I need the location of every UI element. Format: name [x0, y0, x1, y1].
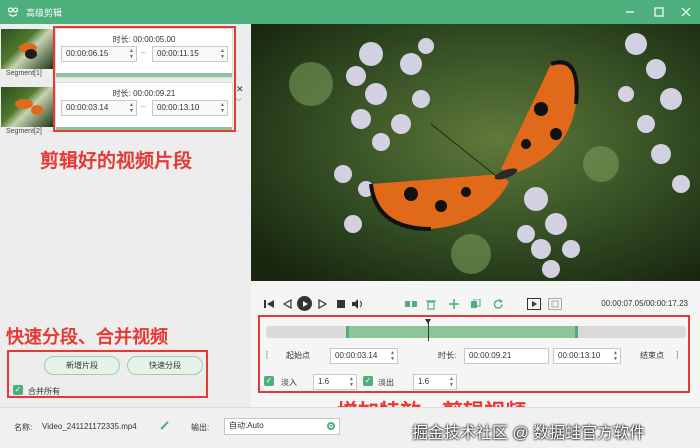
player-controls: 00:00:07.05/00:00:17.23 [251, 290, 700, 318]
annotation-segments: 剪辑好的视频片段 [40, 150, 193, 172]
annotation-box [53, 26, 236, 132]
butterfly-image [251, 24, 700, 281]
file-name: Video_241121172335.mp4 [42, 422, 137, 431]
segment-thumbnail[interactable] [1, 87, 53, 127]
segment-label: Segment[2] [6, 128, 42, 135]
merge-all-checkbox[interactable]: ✓ [13, 385, 23, 395]
minimize-icon[interactable] [616, 0, 644, 24]
playback-timecode: 00:00:07.05/00:00:17.23 [601, 299, 688, 308]
add-icon[interactable] [448, 298, 460, 310]
crop-icon[interactable] [527, 298, 541, 310]
delete-icon[interactable] [425, 298, 437, 310]
split-icon[interactable] [405, 298, 417, 310]
skip-start-icon[interactable] [263, 298, 275, 310]
close-icon[interactable] [672, 0, 700, 24]
window-title: 高级剪辑 [26, 7, 63, 18]
stop-icon[interactable] [335, 298, 347, 310]
merge-all-label: 合并所有 [28, 387, 60, 396]
segment-label: Segment[1] [6, 70, 42, 77]
annotation-box [258, 315, 690, 393]
next-frame-icon[interactable] [317, 298, 329, 310]
gear-icon[interactable] [326, 421, 336, 436]
output-select[interactable]: 自动:Auto [224, 418, 340, 435]
play-icon[interactable] [297, 296, 312, 311]
bottom-bar: 名称: Video_241121172335.mp4 输出: 自动:Auto 掘… [0, 407, 700, 448]
segment-thumbnail[interactable] [1, 29, 53, 69]
output-label: 输出: [191, 423, 210, 432]
quick-split-button[interactable]: 快速分段 [127, 356, 203, 375]
copy-icon[interactable] [470, 298, 482, 310]
reset-icon[interactable] [492, 298, 504, 310]
new-segment-button[interactable]: 新增片段 [44, 356, 120, 375]
prev-frame-icon[interactable] [281, 298, 293, 310]
title-bar: 高级剪辑 [0, 0, 700, 24]
watermark: 掘金技术社区 @ 数据蛙官方软件 [412, 425, 646, 442]
name-label: 名称: [14, 423, 33, 432]
annotation-quick: 快速分段、合并视频 [6, 327, 168, 348]
maximize-icon[interactable] [645, 0, 673, 24]
pencil-icon[interactable] [160, 420, 170, 432]
chevron-down-icon[interactable]: ⌵ [236, 96, 241, 104]
close-icon[interactable]: ✕ [236, 84, 244, 95]
ratio-icon[interactable] [548, 298, 562, 310]
volume-icon[interactable] [352, 298, 364, 310]
frog-icon [6, 5, 20, 19]
video-preview[interactable] [251, 24, 700, 281]
